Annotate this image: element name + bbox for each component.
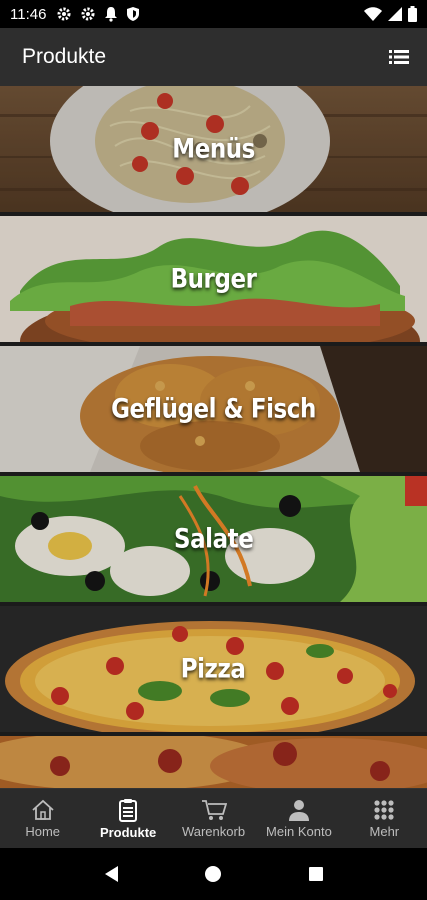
category-card-pizza[interactable]: Pizza bbox=[0, 606, 427, 732]
gear-icon bbox=[81, 7, 95, 21]
bottom-navigation: Home Produkte Warenkorb Mein Konto Mehr bbox=[0, 788, 427, 848]
category-card-burger[interactable]: Burger bbox=[0, 216, 427, 342]
nav-label: Mehr bbox=[369, 823, 400, 839]
cart-icon bbox=[201, 799, 227, 820]
app-bar: Produkte bbox=[0, 28, 427, 86]
nav-produkte[interactable]: Produkte bbox=[85, 789, 170, 848]
page-title: Produkte bbox=[22, 45, 107, 68]
list-icon bbox=[389, 50, 409, 64]
status-time: 11:46 bbox=[10, 5, 47, 23]
category-label: Geflügel & Fisch bbox=[111, 393, 316, 425]
category-label: Pizza bbox=[181, 653, 246, 685]
nav-label: Mein Konto bbox=[266, 823, 332, 839]
recents-icon bbox=[308, 867, 323, 881]
system-home-button[interactable] bbox=[198, 859, 228, 889]
list-view-button[interactable] bbox=[385, 43, 413, 71]
nav-mein-konto[interactable]: Mein Konto bbox=[256, 789, 341, 848]
category-label: Burger bbox=[170, 263, 257, 295]
system-back-button[interactable] bbox=[96, 859, 126, 889]
nav-home[interactable]: Home bbox=[0, 789, 85, 848]
pizza-closeup-image bbox=[0, 736, 427, 788]
nav-label: Produkte bbox=[99, 824, 157, 840]
home-icon bbox=[32, 799, 54, 820]
shield-icon bbox=[127, 7, 140, 21]
user-icon bbox=[288, 799, 309, 821]
nav-warenkorb[interactable]: Warenkorb bbox=[171, 789, 256, 848]
status-bar: 11:46 bbox=[0, 0, 427, 28]
home-circle-icon bbox=[205, 866, 222, 882]
gear-icon bbox=[57, 7, 71, 21]
category-card-menues[interactable]: Menüs bbox=[0, 86, 427, 212]
category-label: Salate bbox=[173, 523, 254, 555]
system-navigation-bar bbox=[0, 848, 427, 900]
signal-icon bbox=[388, 7, 402, 21]
category-card-gefluegel-fisch[interactable]: Geflügel & Fisch bbox=[0, 346, 427, 472]
product-list-icon bbox=[119, 798, 138, 822]
back-icon bbox=[105, 866, 119, 882]
battery-icon bbox=[408, 6, 417, 22]
nav-label: Home bbox=[25, 823, 61, 839]
category-list[interactable]: Menüs Burger Geflügel & Fisch Salate Piz… bbox=[0, 86, 427, 788]
status-system-icons bbox=[364, 6, 417, 22]
system-recents-button[interactable] bbox=[301, 859, 331, 889]
nav-mehr[interactable]: Mehr bbox=[342, 789, 427, 848]
category-card-salate[interactable]: Salate bbox=[0, 476, 427, 602]
grid-icon bbox=[374, 799, 394, 820]
wifi-icon bbox=[364, 7, 382, 21]
bell-icon bbox=[105, 7, 118, 22]
status-notification-icons bbox=[56, 6, 140, 22]
nav-label: Warenkorb bbox=[181, 823, 246, 839]
category-label: Menüs bbox=[172, 133, 255, 165]
category-card-partial[interactable] bbox=[0, 736, 427, 788]
